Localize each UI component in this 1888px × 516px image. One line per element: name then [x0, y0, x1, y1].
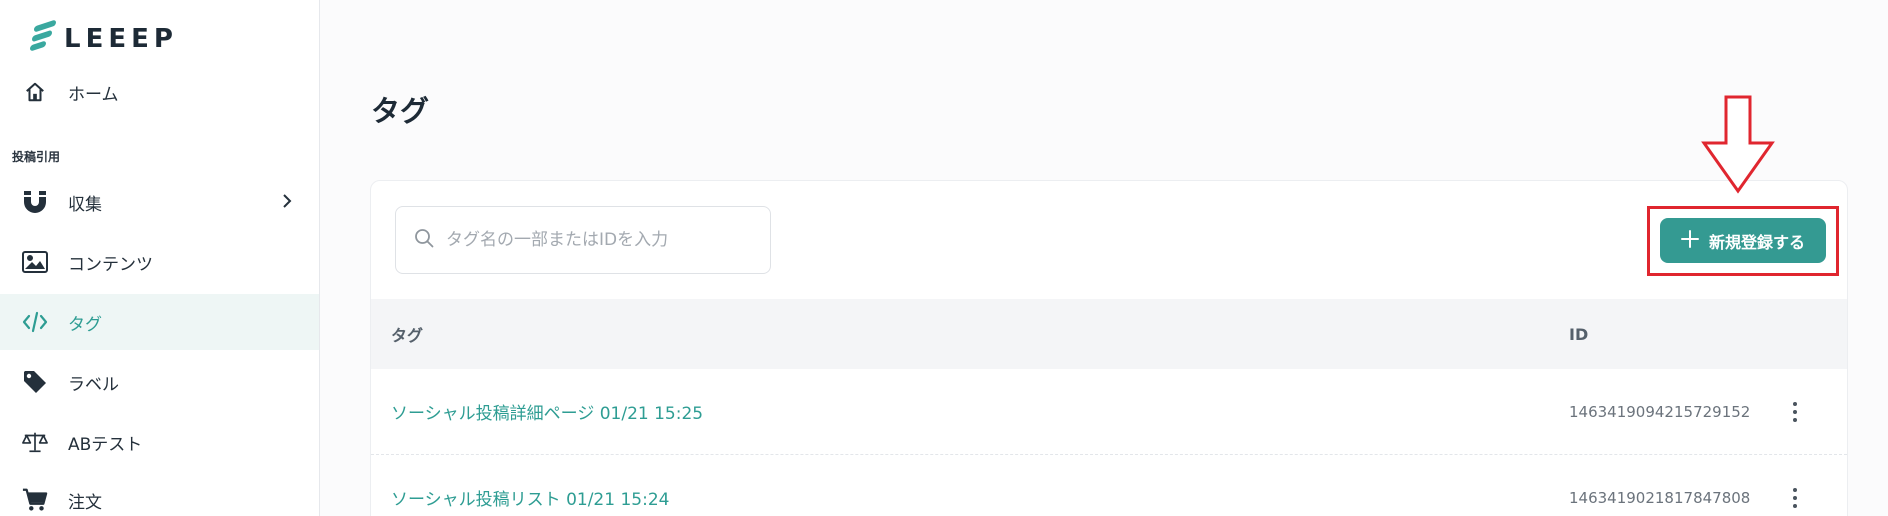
tag-name-link[interactable]: ソーシャル投稿リスト 01/21 15:24: [391, 485, 669, 510]
brand-name: LEEEP: [64, 24, 178, 54]
sidebar-item-tags[interactable]: タグ: [0, 294, 319, 350]
cart-icon: [22, 487, 48, 513]
sidebar-item-label: ラベル: [68, 374, 119, 395]
search-box[interactable]: [395, 206, 771, 274]
tag-list-card: タグ ID ソーシャル投稿詳細ページ 01/21 15:25 146341909…: [370, 180, 1848, 516]
magnet-icon: [22, 189, 48, 215]
image-icon: [22, 249, 48, 275]
add-tag-button-label: 新規登録する: [1708, 232, 1805, 252]
sidebar-item-label: コンテンツ: [68, 254, 153, 275]
tag-name-link[interactable]: ソーシャル投稿詳細ページ 01/21 15:25: [391, 399, 703, 424]
page-title: タグ: [371, 94, 430, 128]
chevron-right-icon: [277, 191, 297, 211]
add-tag-button[interactable]: 新規登録する: [1660, 218, 1826, 263]
column-header-id: ID: [1569, 324, 1589, 344]
column-header-tag: タグ: [391, 326, 424, 345]
sidebar-item-label: ABテスト: [68, 434, 143, 455]
annotation-down-arrow-icon: [1700, 95, 1776, 199]
table-row: ソーシャル投稿リスト 01/21 15:24 14634190218178478…: [371, 455, 1847, 516]
search-icon: [414, 228, 434, 252]
sidebar-item-label: ホーム: [68, 84, 119, 105]
sidebar-item-abtest[interactable]: ABテスト: [0, 414, 319, 470]
sidebar-item-labels[interactable]: ラベル: [0, 354, 319, 410]
sidebar-item-collect[interactable]: 収集: [0, 174, 319, 230]
tag-id: 1463419021817847808: [1569, 488, 1751, 507]
sidebar-item-label: タグ: [68, 314, 102, 335]
search-input[interactable]: [446, 230, 766, 250]
table-row: ソーシャル投稿詳細ページ 01/21 15:25 146341909421572…: [371, 369, 1847, 455]
app-root: LEEEP ホーム 投稿引用 収集 コンテンツ タグ ラベル ABテスト 注文 …: [0, 0, 1888, 516]
more-options-icon[interactable]: [1783, 400, 1807, 424]
logo-mark-icon: [30, 19, 56, 53]
sidebar-item-orders[interactable]: 注文: [0, 472, 319, 516]
scale-icon: [22, 429, 48, 455]
sidebar-item-label: 注文: [68, 492, 102, 513]
tag-id: 1463419094215729152: [1569, 402, 1751, 421]
table-header: タグ ID: [371, 299, 1847, 369]
sidebar-item-contents[interactable]: コンテンツ: [0, 234, 319, 290]
brand-logo[interactable]: LEEEP: [30, 16, 178, 56]
sidebar-section-label: 投稿引用: [12, 150, 61, 164]
more-options-icon[interactable]: [1783, 486, 1807, 510]
sidebar-item-label: 収集: [68, 194, 102, 215]
code-icon: [22, 309, 48, 335]
sidebar-item-home[interactable]: ホーム: [0, 64, 319, 120]
sidebar: LEEEP ホーム 投稿引用 収集 コンテンツ タグ ラベル ABテスト 注文: [0, 0, 320, 516]
plus-icon: [1680, 229, 1699, 252]
home-icon: [22, 79, 48, 105]
price-tag-icon: [22, 369, 48, 395]
